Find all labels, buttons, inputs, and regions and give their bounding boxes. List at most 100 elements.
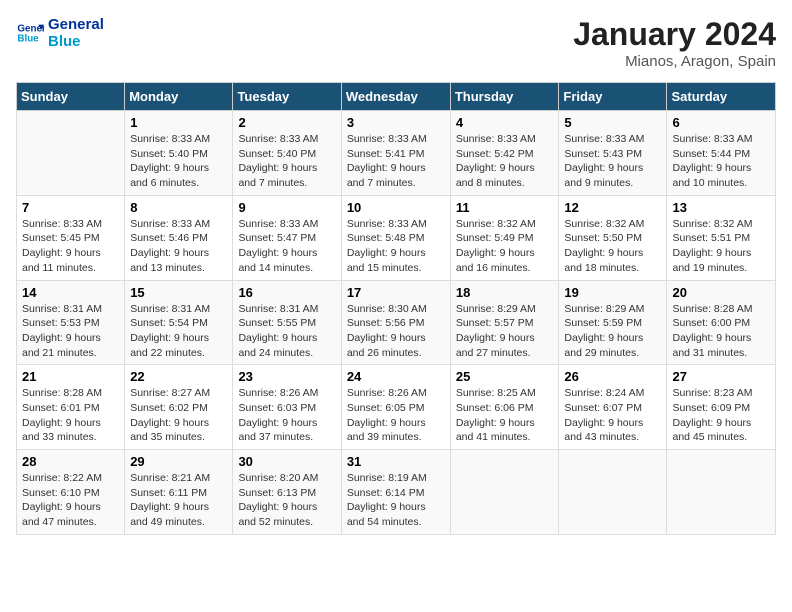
calendar-cell: 2 Sunrise: 8:33 AMSunset: 5:40 PMDaylight… [233,111,341,196]
svg-text:Blue: Blue [17,33,39,44]
calendar-cell: 18Sunrise: 8:29 AMSunset: 5:57 PMDayligh… [450,280,559,365]
page-header: General Blue General Blue January 2024 M… [16,16,776,70]
calendar-cell: 19 Sunrise: 8:29 AMSunset: 5:59 PMDayligh… [559,280,667,365]
day-info: Sunrise: 8:27 AMSunset: 6:02 PMDaylight:… [130,386,227,445]
day-info: Sunrise: 8:33 AMSunset: 5:44 PMDaylight:… [672,132,770,191]
calendar-cell: 4 Sunrise: 8:33 AMSunset: 5:42 PMDaylight… [450,111,559,196]
day-info: Sunrise: 8:32 AMSunset: 5:49 PMDaylight:… [456,217,554,276]
day-number: 6 [672,115,770,130]
day-info: Sunrise: 8:26 AMSunset: 6:03 PMDaylight:… [238,386,335,445]
day-info: Sunrise: 8:28 AMSunset: 6:00 PMDaylight:… [672,302,770,361]
calendar-cell: 26 Sunrise: 8:24 AMSunset: 6:07 PMDayligh… [559,365,667,450]
day-info: Sunrise: 8:32 AMSunset: 5:51 PMDaylight:… [672,217,770,276]
day-number: 8 [130,200,227,215]
day-info: Sunrise: 8:33 AMSunset: 5:43 PMDaylight:… [564,132,661,191]
day-number: 7 [22,200,119,215]
calendar-cell: 5 Sunrise: 8:33 AMSunset: 5:43 PMDaylight… [559,111,667,196]
day-info: Sunrise: 8:33 AMSunset: 5:45 PMDaylight:… [22,217,119,276]
day-number: 30 [238,454,335,469]
day-number: 31 [347,454,445,469]
calendar-cell: 16 Sunrise: 8:31 AMSunset: 5:55 PMDayligh… [233,280,341,365]
day-info: Sunrise: 8:20 AMSunset: 6:13 PMDaylight:… [238,471,335,530]
day-number: 25 [456,369,554,384]
calendar-cell: 28Sunrise: 8:22 AMSunset: 6:10 PMDayligh… [17,450,125,535]
day-number: 18 [456,285,554,300]
day-number: 5 [564,115,661,130]
calendar-cell: 14 Sunrise: 8:31 AMSunset: 5:53 PMDayligh… [17,280,125,365]
day-number: 14 [22,285,119,300]
calendar-cell: 8 Sunrise: 8:33 AMSunset: 5:46 PMDaylight… [125,195,233,280]
day-info: Sunrise: 8:31 AMSunset: 5:54 PMDaylight:… [130,302,227,361]
day-number: 15 [130,285,227,300]
day-info: Sunrise: 8:32 AMSunset: 5:50 PMDaylight:… [564,217,661,276]
day-number: 13 [672,200,770,215]
day-info: Sunrise: 8:33 AMSunset: 5:46 PMDaylight:… [130,217,227,276]
calendar-cell [17,111,125,196]
calendar-cell [559,450,667,535]
day-info: Sunrise: 8:30 AMSunset: 5:56 PMDaylight:… [347,302,445,361]
day-info: Sunrise: 8:33 AMSunset: 5:47 PMDaylight:… [238,217,335,276]
day-number: 29 [130,454,227,469]
day-number: 24 [347,369,445,384]
day-info: Sunrise: 8:21 AMSunset: 6:11 PMDaylight:… [130,471,227,530]
day-info: Sunrise: 8:33 AMSunset: 5:42 PMDaylight:… [456,132,554,191]
calendar-cell: 10Sunrise: 8:33 AMSunset: 5:48 PMDayligh… [341,195,450,280]
day-info: Sunrise: 8:31 AMSunset: 5:53 PMDaylight:… [22,302,119,361]
location-subtitle: Mianos, Aragon, Spain [573,53,776,70]
day-info: Sunrise: 8:19 AMSunset: 6:14 PMDaylight:… [347,471,445,530]
day-header-wednesday: Wednesday [341,83,450,111]
day-info: Sunrise: 8:26 AMSunset: 6:05 PMDaylight:… [347,386,445,445]
day-number: 26 [564,369,661,384]
calendar-cell: 1 Sunrise: 8:33 AMSunset: 5:40 PMDaylight… [125,111,233,196]
day-info: Sunrise: 8:33 AMSunset: 5:40 PMDaylight:… [238,132,335,191]
day-number: 2 [238,115,335,130]
day-info: Sunrise: 8:33 AMSunset: 5:41 PMDaylight:… [347,132,445,191]
day-info: Sunrise: 8:23 AMSunset: 6:09 PMDaylight:… [672,386,770,445]
day-number: 17 [347,285,445,300]
day-info: Sunrise: 8:22 AMSunset: 6:10 PMDaylight:… [22,471,119,530]
calendar-cell: 17 Sunrise: 8:30 AMSunset: 5:56 PMDayligh… [341,280,450,365]
calendar-cell: 25 Sunrise: 8:25 AMSunset: 6:06 PMDayligh… [450,365,559,450]
calendar-cell: 30 Sunrise: 8:20 AMSunset: 6:13 PMDayligh… [233,450,341,535]
logo-icon: General Blue [16,19,44,47]
calendar-cell: 11Sunrise: 8:32 AMSunset: 5:49 PMDayligh… [450,195,559,280]
calendar-cell: 24 Sunrise: 8:26 AMSunset: 6:05 PMDayligh… [341,365,450,450]
day-number: 27 [672,369,770,384]
day-number: 23 [238,369,335,384]
calendar-cell: 9 Sunrise: 8:33 AMSunset: 5:47 PMDaylight… [233,195,341,280]
day-header-saturday: Saturday [667,83,776,111]
calendar-cell: 7 Sunrise: 8:33 AMSunset: 5:45 PMDaylight… [17,195,125,280]
calendar-cell: 29 Sunrise: 8:21 AMSunset: 6:11 PMDayligh… [125,450,233,535]
day-info: Sunrise: 8:33 AMSunset: 5:40 PMDaylight:… [130,132,227,191]
title-block: January 2024 Mianos, Aragon, Spain [573,16,776,70]
logo-line2: Blue [48,33,104,50]
calendar-cell: 21Sunrise: 8:28 AMSunset: 6:01 PMDayligh… [17,365,125,450]
day-number: 9 [238,200,335,215]
day-info: Sunrise: 8:24 AMSunset: 6:07 PMDaylight:… [564,386,661,445]
day-header-friday: Friday [559,83,667,111]
calendar-cell: 15 Sunrise: 8:31 AMSunset: 5:54 PMDayligh… [125,280,233,365]
day-number: 3 [347,115,445,130]
calendar-cell: 20Sunrise: 8:28 AMSunset: 6:00 PMDayligh… [667,280,776,365]
calendar-cell [667,450,776,535]
day-number: 12 [564,200,661,215]
day-header-tuesday: Tuesday [233,83,341,111]
day-number: 16 [238,285,335,300]
month-year-title: January 2024 [573,16,776,53]
day-number: 10 [347,200,445,215]
day-number: 4 [456,115,554,130]
day-header-sunday: Sunday [17,83,125,111]
day-number: 19 [564,285,661,300]
day-number: 1 [130,115,227,130]
calendar-cell: 13 Sunrise: 8:32 AMSunset: 5:51 PMDayligh… [667,195,776,280]
day-header-thursday: Thursday [450,83,559,111]
calendar-cell: 6 Sunrise: 8:33 AMSunset: 5:44 PMDaylight… [667,111,776,196]
day-number: 21 [22,369,119,384]
logo-line1: General [48,16,104,33]
day-info: Sunrise: 8:25 AMSunset: 6:06 PMDaylight:… [456,386,554,445]
day-info: Sunrise: 8:29 AMSunset: 5:59 PMDaylight:… [564,302,661,361]
calendar-table: SundayMondayTuesdayWednesdayThursdayFrid… [16,82,776,535]
day-info: Sunrise: 8:31 AMSunset: 5:55 PMDaylight:… [238,302,335,361]
day-number: 22 [130,369,227,384]
calendar-cell: 31 Sunrise: 8:19 AMSunset: 6:14 PMDayligh… [341,450,450,535]
